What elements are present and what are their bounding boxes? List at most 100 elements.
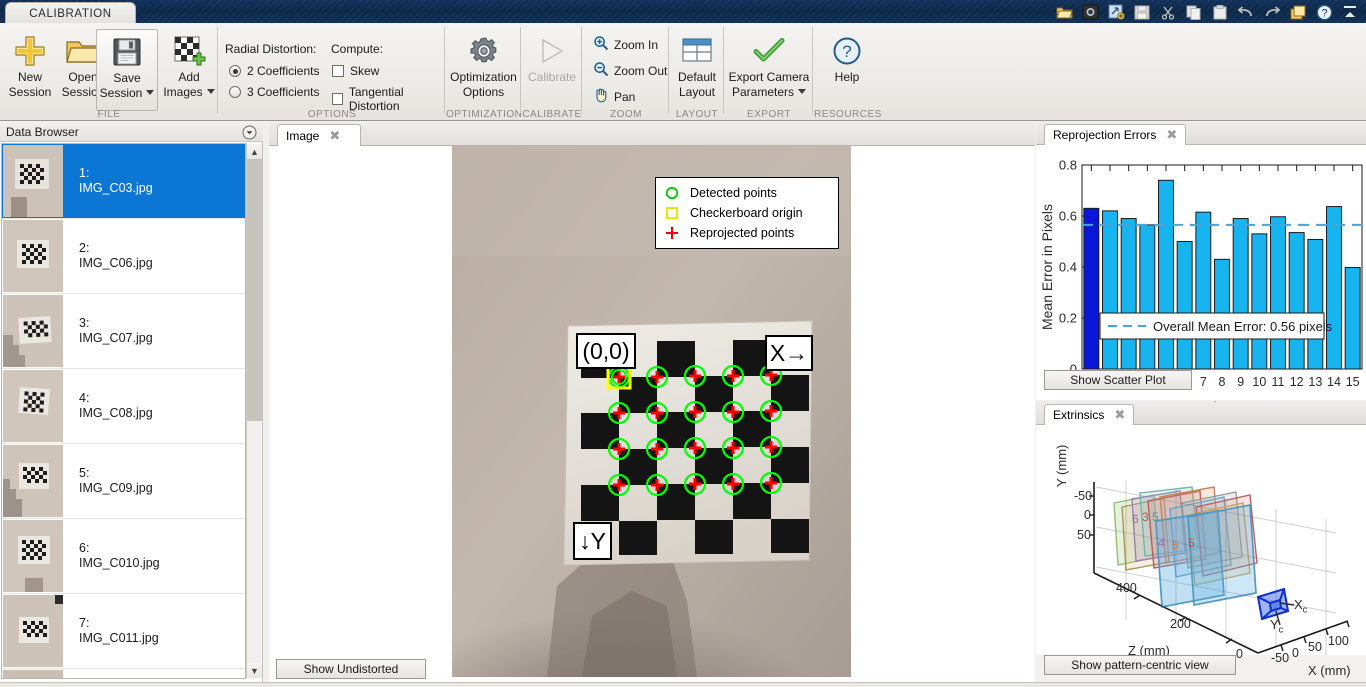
list-item[interactable]: 2: IMG_C06.jpg <box>2 219 245 294</box>
thumbnail-image <box>3 670 63 678</box>
show-undistorted-button[interactable]: Show Undistorted <box>276 659 426 679</box>
list-item-filename: IMG_C011.jpg <box>79 631 159 645</box>
close-icon[interactable]: ✖ <box>1114 407 1125 423</box>
zoom-in-button[interactable]: Zoom In <box>593 35 658 54</box>
import-icon[interactable] <box>1104 2 1128 23</box>
red-plus-icon <box>664 226 680 240</box>
list-item[interactable]: 7: IMG_C011.jpg <box>2 594 245 669</box>
show-scatter-plot-button[interactable]: Show Scatter Plot <box>1044 370 1192 390</box>
checkbox-skew-label: Skew <box>350 64 380 78</box>
y-axis-tick-label: 0.8 <box>1059 158 1077 173</box>
paste-icon <box>1208 2 1232 23</box>
list-item[interactable]: 5: IMG_C09.jpg <box>2 444 245 519</box>
data-browser-list[interactable]: 1: IMG_C03.jpg 2: IMG_C06.jpg 3: IMG_C07… <box>1 143 246 679</box>
floppy-disk-icon <box>112 34 142 70</box>
export-camera-parameters-button[interactable]: Export Camera Parameters <box>725 29 813 99</box>
open-folder-icon[interactable] <box>1052 2 1076 23</box>
radio-icon[interactable] <box>229 86 241 98</box>
help-icon[interactable]: ? <box>1312 2 1336 23</box>
radio-2-coefficients[interactable]: 2 Coefficients <box>229 64 320 78</box>
layers-icon[interactable] <box>1286 2 1310 23</box>
extrinsics-x-tick-1: -50 <box>1271 651 1290 665</box>
chart-legend: Overall Mean Error: 0.56 pixels <box>1099 312 1333 340</box>
green-circle-icon <box>664 186 680 200</box>
list-item-index: 5: <box>79 466 90 480</box>
checkerboard-add-icon <box>173 33 206 69</box>
add-images-line1: Add <box>178 70 200 84</box>
tab-extrinsics[interactable]: Extrinsics ✖ <box>1044 404 1135 426</box>
calibrate-button[interactable]: Calibrate <box>522 29 582 84</box>
extrinsics-x-tick-2: 0 <box>1292 646 1299 660</box>
extrinsics-x-axis-label: X (mm) <box>1308 663 1351 678</box>
list-item[interactable]: 4: IMG_C08.jpg <box>2 369 245 444</box>
checkbox-skew[interactable]: Skew <box>332 64 379 78</box>
tab-calibration[interactable]: CALIBRATION <box>5 2 136 25</box>
default-layout-button[interactable]: Default Layout <box>670 29 724 99</box>
bar <box>1251 233 1268 370</box>
reprojection-plot[interactable]: 00.20.40.60.8123456789101112131415Mean E… <box>1036 145 1366 414</box>
ribbon-group-options: Radial Distortion: Compute: 2 Coefficien… <box>219 23 445 121</box>
scroll-down-icon[interactable]: ▼ <box>247 663 262 678</box>
data-browser-scrollbar[interactable]: ▲ ▼ <box>246 144 262 678</box>
collapse-ribbon-icon[interactable] <box>1338 2 1362 23</box>
list-item[interactable]: 6: IMG_C010.jpg <box>2 519 245 594</box>
hand-icon <box>593 87 609 106</box>
legend-label: Detected points <box>690 186 777 200</box>
checkmark-icon <box>752 33 786 69</box>
optimization-options-button[interactable]: Optimization Options <box>446 29 521 99</box>
list-item[interactable]: 1: IMG_C03.jpg <box>2 144 245 219</box>
extrinsics-plot[interactable]: 6 35 5 6 4 Y (mm) -50 0 50 400 200 0 Z (… <box>1036 425 1366 678</box>
x-axis-tick-label: 13 <box>1308 375 1322 389</box>
scroll-up-icon[interactable]: ▲ <box>247 144 262 159</box>
list-item-text: 6: IMG_C010.jpg <box>79 541 160 571</box>
bar <box>1083 207 1100 370</box>
close-icon[interactable]: ✖ <box>329 128 340 144</box>
chart-legend-label: Overall Mean Error: 0.56 pixels <box>1153 319 1333 334</box>
chevron-down-icon[interactable] <box>206 89 215 94</box>
new-session-button[interactable]: New Session <box>4 29 56 99</box>
tab-image[interactable]: Image ✖ <box>277 124 361 147</box>
bar <box>1195 211 1212 370</box>
help-button[interactable]: ? Help <box>814 29 880 84</box>
chevron-down-icon[interactable] <box>798 89 807 94</box>
pan-button[interactable]: Pan <box>593 87 635 106</box>
show-pattern-centric-view-button[interactable]: Show pattern-centric view <box>1044 655 1236 675</box>
save-session-button[interactable]: Save Session <box>96 29 158 111</box>
radio-3-coefficients-label: 3 Coefficients <box>247 85 320 99</box>
chevron-down-icon[interactable] <box>146 90 155 95</box>
camera-x-label: Xc <box>1294 597 1307 615</box>
image-viewport[interactable]: Detected points Checkerboard origin Repr… <box>269 146 1035 687</box>
reprojection-errors-panel: Reprojection Errors ✖ 00.20.40.60.812345… <box>1036 122 1366 414</box>
zoom-out-button[interactable]: Zoom Out <box>593 61 667 80</box>
checkbox-icon[interactable] <box>332 65 344 77</box>
ribbon-group-label-file: FILE <box>97 109 121 120</box>
list-item-text: 1: IMG_C03.jpg <box>79 166 153 196</box>
bar <box>1158 179 1174 370</box>
play-triangle-icon <box>535 33 569 69</box>
camera-icon[interactable] <box>1078 2 1102 23</box>
data-browser-header: Data Browser <box>0 122 263 142</box>
ribbon-divider <box>723 27 724 113</box>
help-label: Help <box>834 70 860 84</box>
radio-3-coefficients[interactable]: 3 Coefficients <box>229 85 320 99</box>
x-axis-annotation: X→ <box>765 335 813 371</box>
camera-x-text: X <box>1294 597 1303 612</box>
close-icon[interactable]: ✖ <box>1166 127 1177 143</box>
y-axis-tick-label: 0.4 <box>1059 260 1077 275</box>
scrollbar-thumb[interactable] <box>247 159 262 421</box>
optimization-options-line1: Optimization <box>450 70 517 84</box>
ribbon-group-label-resources: RESOURCES <box>814 109 882 120</box>
tab-calibration-label: CALIBRATION <box>29 8 112 20</box>
yellow-square-icon <box>664 206 680 220</box>
show-scatter-plot-label: Show Scatter Plot <box>1070 373 1166 387</box>
checkbox-icon[interactable] <box>332 93 343 105</box>
list-item[interactable]: 3: IMG_C07.jpg <box>2 294 245 369</box>
radio-icon[interactable] <box>229 65 241 77</box>
panel-collapse-icon[interactable] <box>242 125 257 140</box>
add-images-button[interactable]: Add Images <box>160 29 218 99</box>
list-item[interactable] <box>2 669 245 678</box>
tab-reprojection-errors[interactable]: Reprojection Errors ✖ <box>1044 124 1187 146</box>
ribbon-group-optimization: Optimization Options OPTIMIZATION <box>446 23 522 121</box>
y-axis-title: Mean Error in Pixels <box>1039 204 1055 330</box>
save-icon <box>1130 2 1154 23</box>
